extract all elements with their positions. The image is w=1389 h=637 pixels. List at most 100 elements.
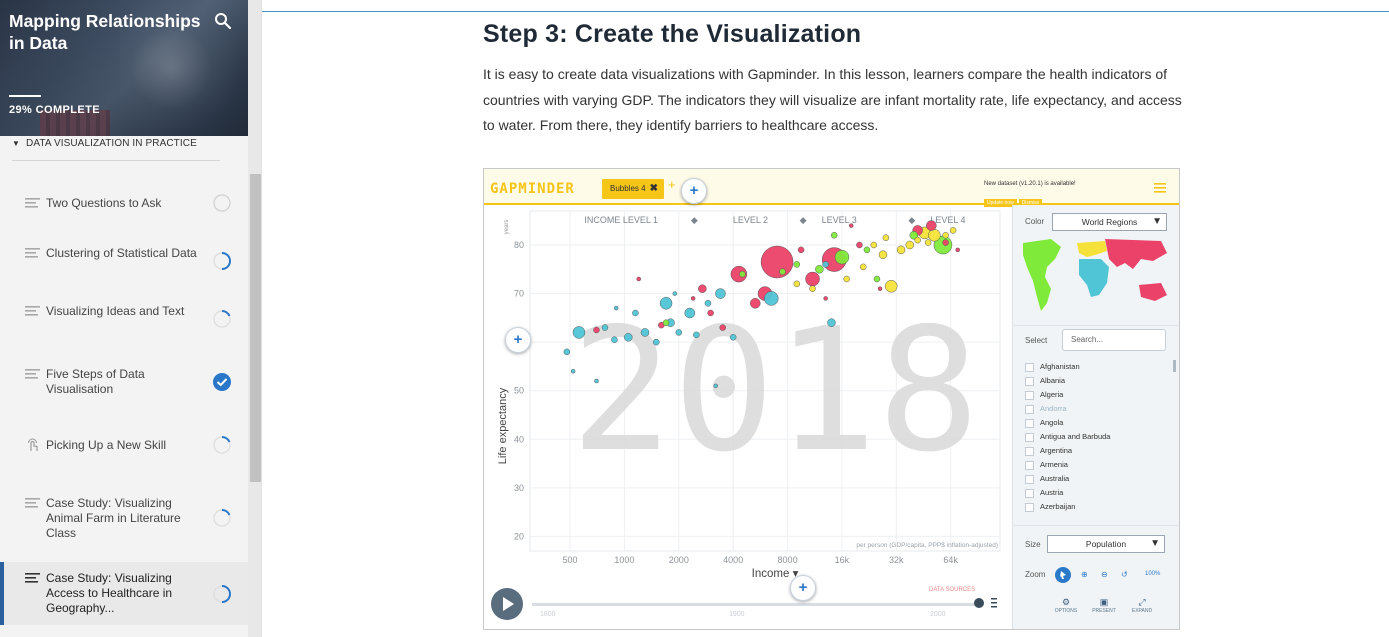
section-header[interactable]: ▼ DATA VISUALIZATION IN PRACTICE <box>12 138 222 149</box>
checkbox[interactable] <box>1025 446 1034 456</box>
text-lines-icon <box>25 573 40 583</box>
timeline-label-1800: 1800 <box>540 611 556 618</box>
checkbox[interactable] <box>1025 418 1034 428</box>
checkbox[interactable] <box>1025 376 1034 386</box>
present-button[interactable]: ▣ PRESENT <box>1087 597 1121 614</box>
checkbox[interactable] <box>1025 474 1034 484</box>
close-icon[interactable]: ✖ <box>650 179 658 199</box>
data-bubble <box>707 309 714 317</box>
country-list-item[interactable]: Armenia <box>1025 459 1175 473</box>
country-list-item[interactable]: Angola <box>1025 417 1175 431</box>
play-button[interactable] <box>491 588 523 620</box>
reset-zoom-icon[interactable]: ↺ <box>1121 570 1128 579</box>
course-progress-label: 29% COMPLETE <box>9 104 100 116</box>
data-bubble <box>942 232 949 239</box>
add-annotation-button[interactable]: + <box>790 575 816 601</box>
course-sidebar: Mapping Relationships in Data 29% COMPLE… <box>0 0 262 637</box>
bubble-chart-svg: 2018INCOME LEVEL 1 LEVEL 2 LEVEL 3 LEVEL 4◆… <box>497 210 1001 580</box>
hamburger-menu-icon[interactable] <box>1154 183 1166 193</box>
checkbox[interactable] <box>1025 362 1034 372</box>
country-list-scrollbar[interactable] <box>1173 360 1176 372</box>
page-title: Step 3: Create the Visualization <box>483 20 862 48</box>
data-bubble <box>885 280 898 293</box>
color-dropdown[interactable]: World Regions ▼ <box>1052 213 1167 231</box>
data-bubble <box>848 223 854 228</box>
add-annotation-button[interactable]: + <box>681 178 707 204</box>
sidebar-lesson-item[interactable]: Case Study: Visualizing Animal Farm in L… <box>0 474 248 562</box>
progress-ring-icon <box>213 310 231 328</box>
data-bubble <box>797 246 805 254</box>
income-level-label: LEVEL 2 <box>733 215 768 225</box>
world-regions-map[interactable] <box>1021 237 1171 317</box>
gapminder-tab[interactable]: Bubbles 4 ✖ <box>602 179 664 199</box>
lesson-label: Visualizing Ideas and Text <box>46 304 185 318</box>
data-bubble <box>764 291 779 306</box>
new-tab-icon[interactable]: + <box>668 177 676 192</box>
gapminder-side-panel: Color World Regions ▼ Select Search... Af… <box>1012 205 1179 629</box>
checkbox[interactable] <box>1025 404 1034 414</box>
data-bubble <box>624 333 633 342</box>
data-bubble <box>729 334 737 341</box>
country-list-item[interactable]: Austria <box>1025 487 1175 501</box>
x-tick-label: 1000 <box>614 555 634 565</box>
search-icon[interactable] <box>214 12 232 30</box>
sidebar-lesson-item[interactable]: Case Study: Visualizing Access to Health… <box>0 562 248 625</box>
sidebar-scrollbar-thumb[interactable] <box>250 174 261 482</box>
expand-button[interactable]: ⤢ EXPAND <box>1125 597 1159 614</box>
timeline-slider[interactable] <box>532 603 977 606</box>
text-lines-icon <box>25 497 40 508</box>
sidebar-lesson-item[interactable]: Two Questions to Ask <box>0 174 248 232</box>
y-tick-label: 40 <box>514 434 524 444</box>
data-bubble <box>860 263 867 271</box>
checkbox[interactable] <box>1025 488 1034 498</box>
dataset-notice: New dataset (v1.20.1) is available! <box>984 181 1076 187</box>
data-bubble <box>593 326 600 334</box>
data-bubble <box>870 241 877 249</box>
cursor-icon[interactable] <box>1055 567 1071 583</box>
add-annotation-button[interactable]: + <box>505 327 531 353</box>
speed-icon[interactable] <box>990 597 998 611</box>
bubble-chart[interactable]: 2018 INCOME LEVEL 1 LEVEL 2 LEVEL 3 LEVEL 4 ◆… <box>484 205 1012 629</box>
data-bubble <box>693 331 700 339</box>
data-bubble <box>570 369 576 374</box>
zoom-out-icon[interactable]: ⊖ <box>1101 570 1108 579</box>
data-bubble <box>928 229 941 242</box>
country-list-item[interactable]: Andorra <box>1025 403 1175 417</box>
timeline-handle[interactable] <box>974 598 984 608</box>
data-bubble <box>827 318 836 327</box>
sidebar-lesson-item[interactable]: Visualizing Ideas and Text <box>0 290 248 348</box>
data-bubble <box>822 261 829 268</box>
sidebar-lesson-item[interactable]: Clustering of Statistical Data <box>0 232 248 290</box>
country-search-input[interactable]: Search... <box>1062 329 1166 351</box>
country-name: Algeria <box>1040 390 1064 399</box>
size-dropdown[interactable]: Population ▼ <box>1047 535 1165 553</box>
y-axis-label: Life expectancy <box>497 387 509 464</box>
country-list-item[interactable]: Afghanistan <box>1025 361 1175 375</box>
size-dropdown-value: Population <box>1085 539 1127 549</box>
checkbox[interactable] <box>1025 390 1034 400</box>
country-list-item[interactable]: Algeria <box>1025 389 1175 403</box>
zoom-controls: Zoom ⊕ ⊖ ↺ 100% <box>1025 567 1175 583</box>
year-watermark: 2018 <box>570 292 979 490</box>
lesson-paragraph: It is easy to create data visualizations… <box>483 66 1182 133</box>
country-name: Angola <box>1040 418 1064 427</box>
zoom-in-icon[interactable]: ⊕ <box>1081 570 1088 579</box>
country-list-item[interactable]: Antigua and Barbuda <box>1025 431 1175 445</box>
country-list-item[interactable]: Azerbaijan <box>1025 501 1175 515</box>
x-tick-label: 500 <box>563 555 578 565</box>
options-button[interactable]: ⚙ OPTIONS <box>1049 597 1083 614</box>
country-list-item[interactable]: Albania <box>1025 375 1175 389</box>
data-bubble <box>601 324 609 331</box>
course-title[interactable]: Mapping Relationships in Data <box>9 10 209 54</box>
income-level-label: INCOME LEVEL 1 <box>584 215 658 225</box>
checkbox[interactable] <box>1025 432 1034 442</box>
lesson-label: Case Study: Visualizing Access to Health… <box>46 571 173 615</box>
sidebar-lesson-item[interactable]: Picking Up a New Skill <box>0 416 248 474</box>
country-list-item[interactable]: Australia <box>1025 473 1175 487</box>
checkbox[interactable] <box>1025 460 1034 470</box>
checkbox[interactable] <box>1025 502 1034 512</box>
data-sources-link[interactable]: DATA SOURCES <box>929 587 975 593</box>
panel-divider <box>1013 525 1179 526</box>
sidebar-lesson-item[interactable]: Five Steps of Data Visualisation <box>0 348 248 416</box>
country-list-item[interactable]: Argentina <box>1025 445 1175 459</box>
